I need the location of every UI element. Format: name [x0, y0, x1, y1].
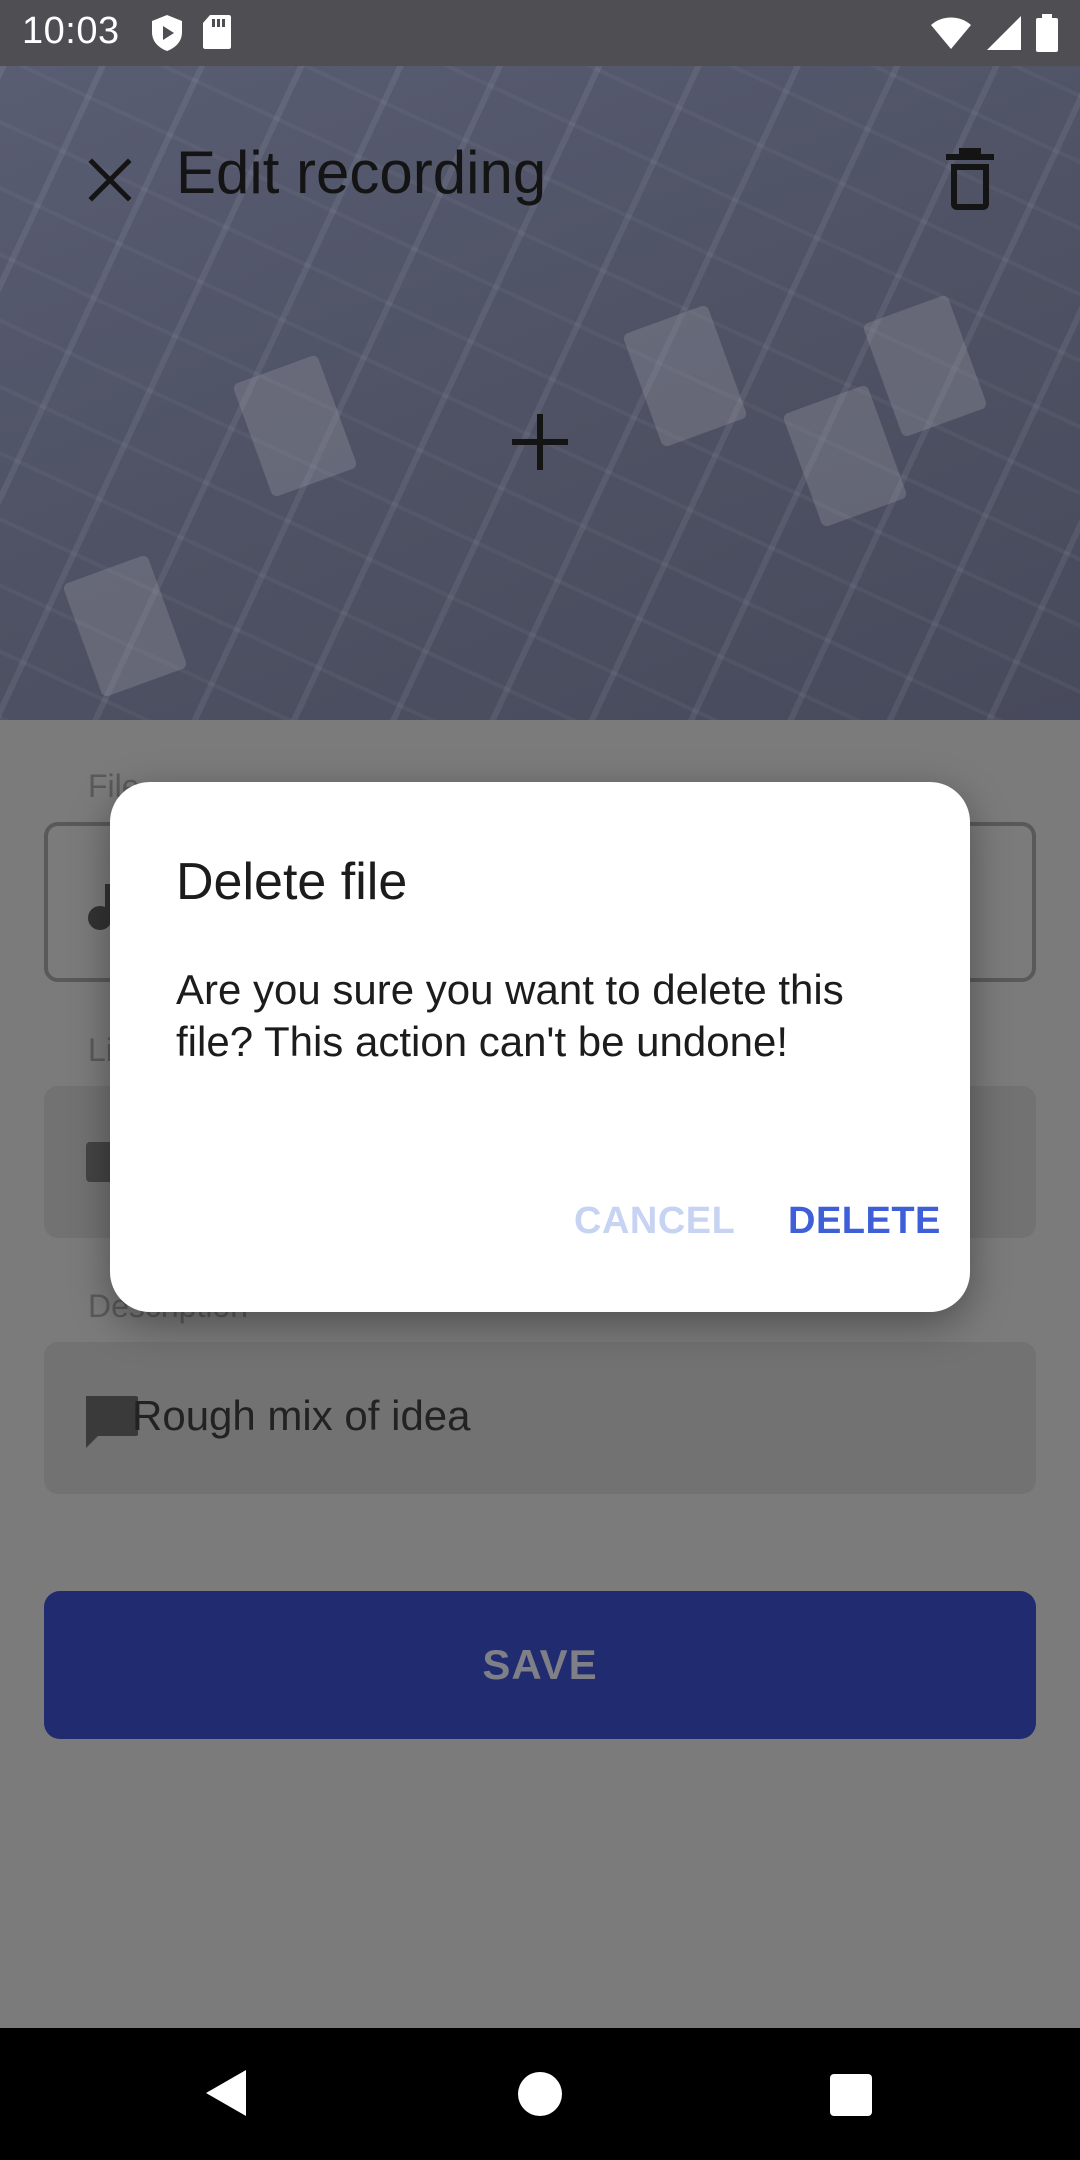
mixer-fader	[782, 384, 908, 528]
description-value: Rough mix of idea	[132, 1392, 471, 1439]
dialog-message: Are you sure you want to delete this fil…	[176, 966, 844, 1065]
mixer-fader	[622, 304, 748, 448]
description-field[interactable]: Rough mix of idea	[44, 1342, 1036, 1494]
plus-icon[interactable]	[508, 410, 572, 474]
navigation-bar	[0, 2028, 1080, 2160]
shield-play-icon	[152, 15, 182, 51]
mixer-fader	[232, 354, 358, 498]
signal-icon	[987, 16, 1021, 50]
mixer-fader	[862, 294, 988, 438]
dialog-title: Delete file	[176, 853, 408, 911]
home-icon[interactable]	[518, 2072, 562, 2116]
delete-button[interactable]: DELETE	[788, 1200, 941, 1243]
back-icon[interactable]	[204, 2068, 248, 2118]
trash-icon[interactable]	[942, 146, 998, 212]
page-title: Edit recording	[176, 139, 547, 206]
delete-file-dialog: Delete file Are you sure you want to del…	[110, 782, 970, 1312]
status-right-icons	[930, 14, 1058, 52]
cancel-button[interactable]: CANCEL	[574, 1200, 735, 1243]
status-bar: 10:03	[0, 0, 1080, 66]
close-icon[interactable]	[82, 152, 138, 208]
status-time: 10:03	[22, 10, 120, 52]
mixer-fader	[62, 554, 188, 698]
wifi-icon	[931, 17, 971, 49]
save-button[interactable]: SAVE	[44, 1591, 1036, 1739]
recents-icon[interactable]	[830, 2074, 872, 2116]
sd-card-icon	[203, 15, 231, 49]
status-left-icons	[150, 14, 232, 52]
battery-icon	[1036, 14, 1058, 52]
